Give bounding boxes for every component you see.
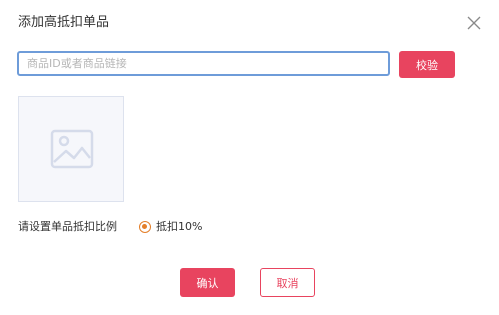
ratio-option-label: 抵扣10% (156, 220, 203, 233)
radio-selected-icon[interactable] (139, 221, 151, 233)
image-placeholder-icon (50, 129, 94, 169)
ratio-option-10-percent[interactable]: 抵扣10% (139, 219, 202, 235)
confirm-button[interactable]: 确认 (180, 268, 235, 297)
deduction-ratio-label: 请设置单品抵扣比例 (18, 220, 117, 233)
add-high-deduction-item-dialog: 添加高抵扣单品 校验 请设置单品抵扣比例 抵扣10% 确认 取消 (0, 0, 499, 315)
verify-button[interactable]: 校验 (399, 51, 455, 78)
product-id-or-link-input[interactable] (17, 51, 390, 76)
cancel-button[interactable]: 取消 (260, 268, 315, 297)
product-image-preview (18, 96, 124, 202)
close-icon[interactable] (466, 15, 482, 31)
dialog-title: 添加高抵扣单品 (18, 15, 110, 30)
